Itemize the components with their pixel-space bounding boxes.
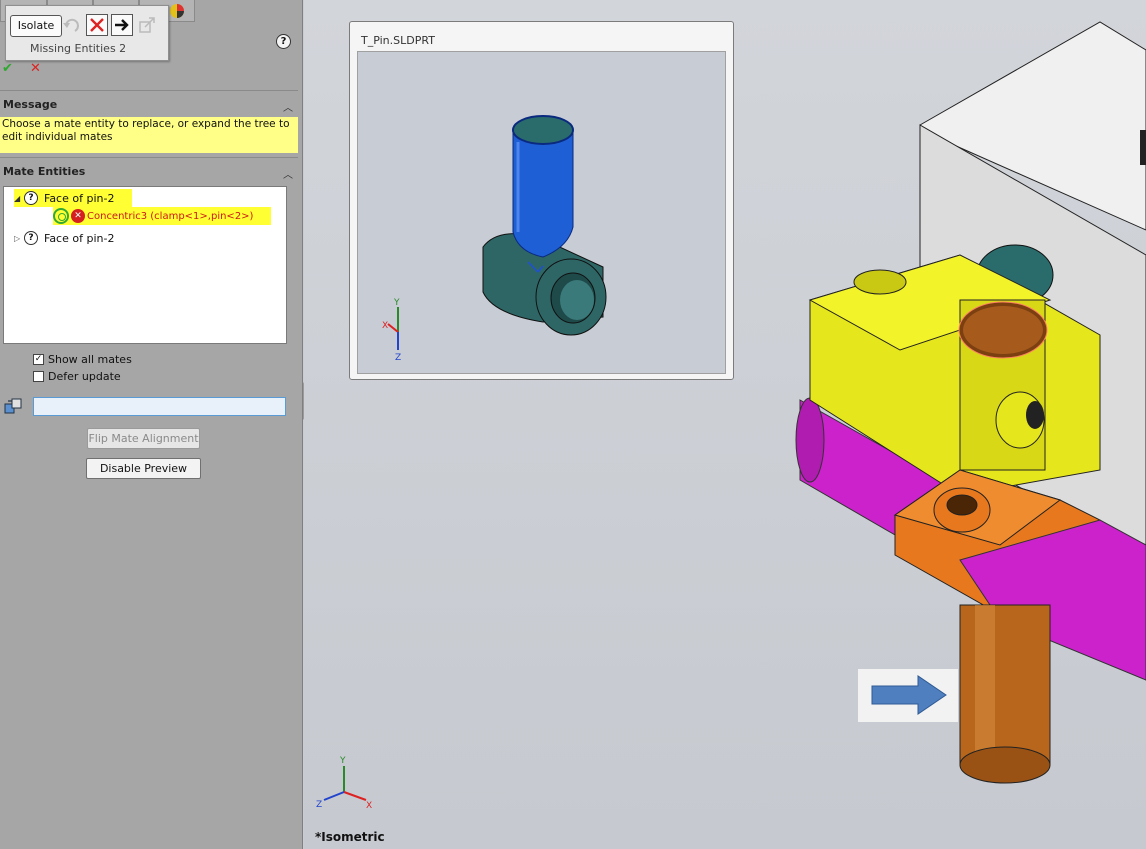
show-all-mates-label: Show all mates <box>48 353 132 366</box>
flip-mate-alignment-button[interactable]: Flip Mate Alignment <box>87 428 200 449</box>
svg-text:Z: Z <box>395 353 401 363</box>
preview-canvas[interactable]: Y X Z <box>357 51 726 374</box>
tree-item-face-of-pin[interactable]: ◢ ? Face of pin-2 <box>14 189 132 207</box>
show-all-mates-checkbox[interactable]: ✓ <box>33 354 44 365</box>
concentric-mate-icon <box>53 208 69 224</box>
preview-window-title: T_Pin.SLDPRT <box>361 34 435 47</box>
undo-arrow-icon[interactable] <box>61 14 83 36</box>
message-section-title: Message <box>3 98 58 111</box>
edit-mate-icon[interactable] <box>136 14 158 36</box>
delete-x-icon[interactable] <box>86 14 108 36</box>
mate-entities-section-title: Mate Entities <box>3 165 86 178</box>
divider <box>0 157 298 158</box>
svg-text:Z: Z <box>316 800 322 810</box>
missing-entities-toolbar: Isolate Missing Entities 2 <box>5 5 169 61</box>
appearance-pie-icon <box>170 4 184 18</box>
missing-entities-label: Missing Entities 2 <box>30 42 127 55</box>
tree-item-concentric-mate[interactable]: ✕ Concentric3 (clamp<1>,pin<2>) <box>53 207 271 225</box>
help-icon[interactable]: ? <box>276 34 291 49</box>
next-arrow-icon[interactable] <box>111 14 133 36</box>
collapse-message-chevron-icon[interactable]: ︿ <box>283 99 295 114</box>
orientation-triad-icon: Y X Z <box>316 756 372 811</box>
defer-update-label: Defer update <box>48 370 121 383</box>
disable-preview-button[interactable]: Disable Preview <box>86 458 201 479</box>
tree-item-label: Concentric3 (clamp<1>,pin<2>) <box>87 210 254 222</box>
tree-item-label: Face of pin-2 <box>44 191 115 205</box>
tree-item-face-of-pin[interactable]: ▷ ? Face of pin-2 <box>14 229 134 247</box>
message-box: Choose a mate entity to replace, or expa… <box>0 117 298 153</box>
part-preview-window[interactable]: T_Pin.SLDPRT Y X Z <box>349 21 734 380</box>
question-mark-icon: ? <box>24 231 38 245</box>
view-orientation-label: *Isometric <box>315 830 385 844</box>
svg-text:Y: Y <box>393 298 400 308</box>
replacement-entity-field[interactable] <box>33 397 286 416</box>
property-manager-panel: ? ✔ ✕ Message ︿ Choose a mate entity to … <box>0 0 303 849</box>
collapse-mate-entities-chevron-icon[interactable]: ︿ <box>283 166 295 181</box>
defer-update-checkbox[interactable] <box>33 371 44 382</box>
replace-entity-icon <box>4 398 22 414</box>
svg-text:X: X <box>382 321 388 331</box>
svg-text:X: X <box>366 801 372 811</box>
right-arrow-icon <box>871 675 947 715</box>
blue-arrow-callout <box>858 669 958 722</box>
tree-item-label: Face of pin-2 <box>44 231 115 245</box>
divider <box>0 90 298 91</box>
question-mark-icon: ? <box>24 191 38 205</box>
isolate-button[interactable]: Isolate <box>10 15 62 37</box>
svg-text:Y: Y <box>339 756 346 766</box>
cancel-x-icon[interactable]: ✕ <box>30 61 41 76</box>
ok-check-icon[interactable]: ✔ <box>2 61 13 76</box>
t-pin-part-graphic[interactable]: Y X Z <box>358 52 727 375</box>
tree-expanded-arrow-icon[interactable]: ◢ <box>14 194 24 203</box>
tree-collapsed-arrow-icon[interactable]: ▷ <box>14 234 24 243</box>
error-icon: ✕ <box>71 209 85 223</box>
mate-entities-tree[interactable]: ◢ ? Face of pin-2 ✕ Concentric3 (clamp<1… <box>3 186 287 344</box>
